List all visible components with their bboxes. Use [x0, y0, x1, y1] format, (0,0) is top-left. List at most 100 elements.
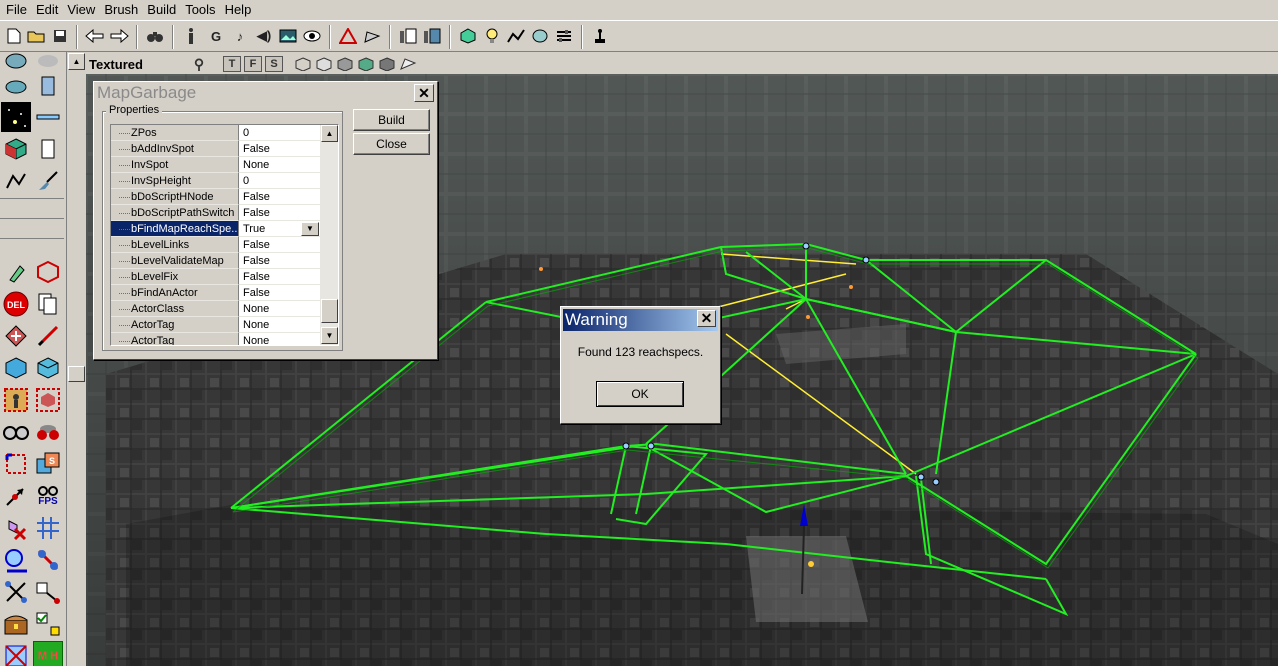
- property-row[interactable]: bLevelValidateMap False: [111, 253, 321, 269]
- options-icon[interactable]: [553, 25, 575, 47]
- search-actors-icon[interactable]: [144, 25, 166, 47]
- mh-icon[interactable]: M H: [33, 641, 63, 666]
- delete-icon[interactable]: DEL: [1, 289, 31, 319]
- intersect-icon[interactable]: [33, 257, 63, 287]
- paths-icon[interactable]: [505, 25, 527, 47]
- fps-icon[interactable]: FPS: [33, 481, 63, 511]
- light-icon[interactable]: [481, 25, 503, 47]
- mover-icon[interactable]: [33, 134, 63, 164]
- remove-brush-icon[interactable]: [1, 513, 31, 543]
- menu-build[interactable]: Build: [143, 0, 181, 20]
- connect-icon[interactable]: [1, 577, 31, 607]
- scroll-thumb[interactable]: [68, 366, 85, 382]
- menu-help[interactable]: Help: [221, 0, 257, 20]
- save-icon[interactable]: [49, 25, 71, 47]
- build-geometry-icon[interactable]: [337, 25, 359, 47]
- treasure-chest-icon[interactable]: [1, 609, 31, 639]
- sound-icon[interactable]: [529, 25, 551, 47]
- paint-tube-icon[interactable]: [1, 257, 31, 287]
- stairs-brush-icon[interactable]: [33, 72, 63, 102]
- redo-icon[interactable]: [108, 25, 130, 47]
- select-actor-icon[interactable]: [1, 385, 31, 415]
- joystick-icon[interactable]: [589, 25, 611, 47]
- scale-icon[interactable]: S: [33, 449, 63, 479]
- scroll-up-icon[interactable]: ▲: [68, 53, 85, 70]
- dynamic-light-view-icon[interactable]: [399, 56, 417, 72]
- sheet-brush-icon[interactable]: [33, 102, 63, 132]
- subtract-brush-icon[interactable]: [33, 353, 63, 383]
- path-node-icon[interactable]: [1, 166, 31, 196]
- property-scrollbar[interactable]: ▲ ▼: [320, 125, 338, 345]
- close-button[interactable]: Close: [353, 133, 430, 155]
- property-row[interactable]: ZPos 0: [111, 125, 321, 141]
- checkbox-yellow-icon[interactable]: [33, 609, 63, 639]
- zoom-icon[interactable]: [1, 545, 31, 575]
- mode-side-button[interactable]: S: [265, 56, 283, 72]
- prefab-icon[interactable]: [457, 25, 479, 47]
- texture-brush-icon[interactable]: [33, 321, 63, 351]
- ok-button[interactable]: OK: [596, 381, 684, 407]
- disabled-icon[interactable]: [1, 641, 31, 666]
- dropdown-arrow-icon[interactable]: ▼: [301, 222, 319, 236]
- add-brush-icon[interactable]: [1, 353, 31, 383]
- menu-tools[interactable]: Tools: [181, 0, 220, 20]
- open-icon[interactable]: [25, 25, 47, 47]
- texture-pan-icon[interactable]: [1, 321, 31, 351]
- build-button[interactable]: Build: [353, 109, 430, 131]
- lighting-view-icon[interactable]: [378, 56, 396, 72]
- texture-view-icon[interactable]: [357, 56, 375, 72]
- property-row[interactable]: bLevelLinks False: [111, 237, 321, 253]
- mode-front-button[interactable]: F: [244, 56, 262, 72]
- vertex-edit-icon[interactable]: [33, 545, 63, 575]
- property-row[interactable]: bFindAnActor False: [111, 285, 321, 301]
- move-actor-icon[interactable]: [1, 481, 31, 511]
- duplicate-icon[interactable]: [33, 289, 63, 319]
- scroll-thumb[interactable]: [321, 299, 338, 323]
- camera-red-icon[interactable]: [33, 417, 63, 447]
- property-row[interactable]: ActorTag None: [111, 333, 321, 345]
- music-browser-icon[interactable]: ♪: [229, 25, 251, 47]
- property-row[interactable]: ActorClass None: [111, 301, 321, 317]
- close-icon[interactable]: ✕: [697, 310, 716, 327]
- build-lighting-icon[interactable]: [361, 25, 383, 47]
- broom-icon[interactable]: [33, 166, 63, 196]
- property-row[interactable]: ActorTag None: [111, 317, 321, 333]
- palette-combo-1[interactable]: [0, 198, 64, 214]
- starfield-icon[interactable]: [1, 102, 31, 132]
- wireframe-view-icon[interactable]: [294, 56, 312, 72]
- mesh-viewer-icon[interactable]: [301, 25, 323, 47]
- property-row[interactable]: bDoScriptHNode False: [111, 189, 321, 205]
- undo-icon[interactable]: [84, 25, 106, 47]
- scroll-up-icon[interactable]: ▲: [321, 125, 338, 142]
- actor-properties-icon[interactable]: [180, 25, 202, 47]
- menu-brush[interactable]: Brush: [100, 0, 143, 20]
- palette-combo-2[interactable]: [0, 218, 64, 234]
- camera-eyes-icon[interactable]: [1, 417, 31, 447]
- brush-clip-icon[interactable]: [33, 385, 63, 415]
- texture-browser-icon[interactable]: [277, 25, 299, 47]
- rotate-icon[interactable]: [1, 449, 31, 479]
- property-row[interactable]: InvSpHeight 0: [111, 173, 321, 189]
- sound-browser-icon[interactable]: ◀): [253, 25, 275, 47]
- build-all-icon[interactable]: [421, 25, 443, 47]
- palette-scrollbar[interactable]: ▲: [66, 52, 86, 666]
- grid-icon[interactable]: [33, 513, 63, 543]
- property-row[interactable]: bLevelFix False: [111, 269, 321, 285]
- property-row-selected[interactable]: bFindMapReachSpe... True ▼: [111, 221, 321, 237]
- property-row[interactable]: InvSpot None: [111, 157, 321, 173]
- property-row[interactable]: bAddInvSpot False: [111, 141, 321, 157]
- build-paths-icon[interactable]: [397, 25, 419, 47]
- close-icon[interactable]: ✕: [414, 84, 434, 102]
- cylinder-brush-icon[interactable]: [1, 72, 31, 102]
- joystick-icon[interactable]: ⚲: [190, 56, 208, 72]
- group-browser-icon[interactable]: G: [205, 25, 227, 47]
- new-map-icon[interactable]: [3, 25, 25, 47]
- scroll-down-icon[interactable]: ▼: [321, 327, 338, 344]
- menu-edit[interactable]: Edit: [32, 0, 63, 20]
- cube-brush-icon[interactable]: [1, 134, 31, 164]
- polygon-view-icon[interactable]: [336, 56, 354, 72]
- property-row[interactable]: bDoScriptPathSwitch False: [111, 205, 321, 221]
- snap-icon[interactable]: [33, 577, 63, 607]
- zone-view-icon[interactable]: [315, 56, 333, 72]
- mode-top-button[interactable]: T: [223, 56, 241, 72]
